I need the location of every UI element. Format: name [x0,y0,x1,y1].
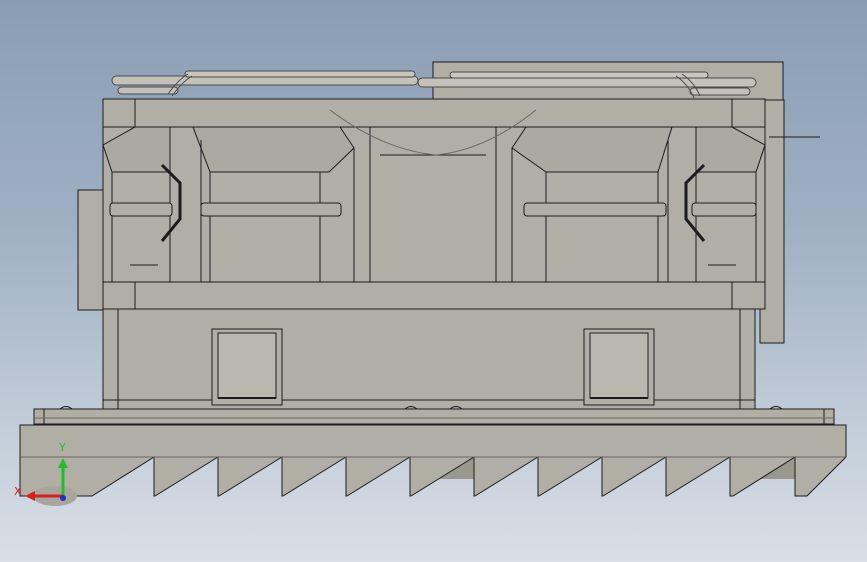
cad-model-front-view[interactable] [0,0,867,562]
heatsink-fins [19,424,847,497]
z-axis-dot [60,495,66,501]
lower-housing [102,308,756,410]
cad-graphics-viewport[interactable]: X Y [0,0,867,562]
x-axis-label: X [14,485,22,498]
base-plate [33,406,835,425]
y-axis-label: Y [59,441,66,454]
left-side-bracket [77,189,105,311]
